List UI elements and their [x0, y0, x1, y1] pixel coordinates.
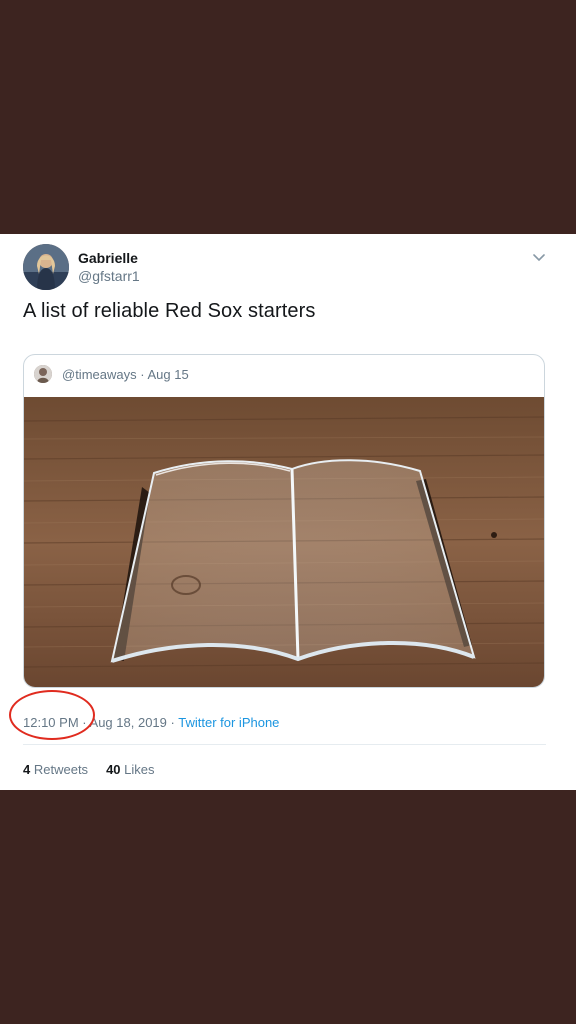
retweets-stat[interactable]: 4 Retweets — [23, 762, 88, 777]
display-name[interactable]: Gabrielle — [78, 250, 138, 266]
tweet-text: A list of reliable Red Sox starters — [23, 300, 316, 322]
avatar-photo-icon — [23, 244, 69, 290]
likes-stat[interactable]: 40 Likes — [106, 762, 154, 777]
tweet-source-link[interactable]: Twitter for iPhone — [178, 715, 279, 730]
tweet-date[interactable]: Aug 18, 2019 — [90, 715, 167, 730]
quoted-tweet[interactable]: @timeaways · Aug 15 — [23, 354, 545, 688]
chevron-down-icon[interactable] — [530, 248, 548, 266]
acrylic-open-book-image[interactable] — [24, 397, 545, 688]
quoted-separator: · — [140, 367, 145, 382]
retweets-count: 4 — [23, 762, 31, 777]
quoted-avatar[interactable] — [34, 365, 52, 383]
divider — [23, 744, 546, 745]
likes-count: 40 — [106, 762, 121, 777]
user-handle[interactable]: @gfstarr1 — [78, 268, 140, 284]
tweet-card: Gabrielle @gfstarr1 A list of reliable R… — [0, 234, 576, 790]
quoted-avatar-photo-icon — [34, 365, 52, 383]
quoted-meta: @timeaways · Aug 15 — [62, 367, 189, 382]
retweets-label: Retweets — [33, 762, 89, 777]
red-annotation-circle — [9, 690, 95, 740]
meta-separator: · — [170, 715, 175, 730]
likes-label: Likes — [124, 762, 155, 777]
user-avatar[interactable] — [23, 244, 69, 290]
tweet-stats: 4 Retweets 40 Likes — [23, 762, 155, 777]
quoted-date[interactable]: Aug 15 — [147, 367, 188, 382]
quoted-handle[interactable]: @timeaways — [62, 367, 137, 382]
